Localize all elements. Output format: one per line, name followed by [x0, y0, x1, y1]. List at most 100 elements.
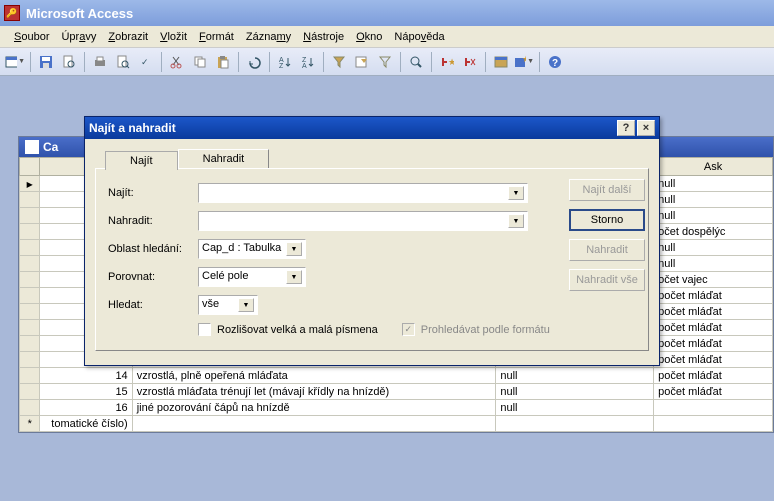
cell-ask[interactable]	[654, 416, 773, 432]
cell-hau[interactable]	[496, 416, 654, 432]
cell-ask[interactable]: očet vajec	[654, 272, 773, 288]
replace-all-button[interactable]: Nahradit vše	[569, 269, 645, 291]
cell-pop[interactable]: vzrostlá mláďata trénují let (mávají kří…	[132, 384, 496, 400]
cell-hau[interactable]: null	[496, 400, 654, 416]
row-selector[interactable]	[20, 176, 40, 192]
table-row[interactable]: 15vzrostlá mláďata trénují let (mávají k…	[20, 384, 773, 400]
apply-filter-button[interactable]	[374, 51, 396, 73]
cell-ask[interactable]: null	[654, 208, 773, 224]
menu-soubor[interactable]: Soubor	[8, 29, 55, 45]
search-file-button[interactable]	[58, 51, 80, 73]
cell-id[interactable]: 15	[40, 384, 132, 400]
replace-input[interactable]	[202, 214, 508, 228]
cell-ask[interactable]: počet mláďat	[654, 320, 773, 336]
matchcase-label[interactable]: Rozlišovat velká a malá písmena	[217, 324, 378, 336]
undo-button[interactable]	[243, 51, 265, 73]
delete-record-button[interactable]	[459, 51, 481, 73]
chevron-down-icon[interactable]: ▼	[286, 270, 302, 284]
column-header-ask[interactable]: Ask	[654, 158, 773, 176]
cell-id[interactable]: 16	[40, 400, 132, 416]
row-selector[interactable]	[20, 224, 40, 240]
tab-find[interactable]: Najít	[105, 151, 178, 170]
row-selector[interactable]	[20, 384, 40, 400]
row-selector-new[interactable]	[20, 416, 40, 432]
row-selector[interactable]	[20, 336, 40, 352]
table-row[interactable]: 16jiné pozorování čápů na hnízděnull	[20, 400, 773, 416]
row-selector[interactable]	[20, 320, 40, 336]
lookin-combobox[interactable]: Cap_d : Tabulka ▼	[198, 239, 306, 259]
cell-ask[interactable]: počet mláďat	[654, 384, 773, 400]
database-window-button[interactable]	[490, 51, 512, 73]
save-button[interactable]	[35, 51, 57, 73]
view-button[interactable]: ▼	[4, 51, 26, 73]
match-combobox[interactable]: Celé pole ▼	[198, 267, 306, 287]
sort-desc-button[interactable]: ZA	[297, 51, 319, 73]
select-all-corner[interactable]	[20, 158, 40, 176]
help-icon[interactable]: ?	[617, 120, 635, 136]
cut-button[interactable]	[166, 51, 188, 73]
paste-button[interactable]	[212, 51, 234, 73]
find-next-button[interactable]: Najít další	[569, 179, 645, 201]
cell-hau[interactable]: null	[496, 368, 654, 384]
chevron-down-icon[interactable]: ▼	[508, 186, 524, 200]
tab-replace[interactable]: Nahradit	[178, 149, 270, 168]
cell-ask[interactable]: null	[654, 192, 773, 208]
cell-ask[interactable]: null	[654, 176, 773, 192]
replace-button[interactable]: Nahradit	[569, 239, 645, 261]
sort-asc-button[interactable]: AZ	[274, 51, 296, 73]
cell-ask[interactable]	[654, 400, 773, 416]
filter-form-button[interactable]	[351, 51, 373, 73]
cell-ask[interactable]: očet dospělýc	[654, 224, 773, 240]
chevron-down-icon[interactable]: ▼	[508, 214, 524, 228]
print-button[interactable]	[89, 51, 111, 73]
row-selector[interactable]	[20, 208, 40, 224]
find-input[interactable]	[202, 186, 508, 200]
search-combobox[interactable]: vše ▼	[198, 295, 258, 315]
row-selector[interactable]	[20, 192, 40, 208]
chevron-down-icon[interactable]: ▼	[286, 242, 302, 256]
table-row[interactable]: 14vzrostlá, plně opeřená mláďatanullpoče…	[20, 368, 773, 384]
spelling-button[interactable]: ✓	[135, 51, 157, 73]
cell-pop[interactable]: vzrostlá, plně opeřená mláďata	[132, 368, 496, 384]
new-object-button[interactable]: ★▼	[513, 51, 535, 73]
row-selector[interactable]	[20, 400, 40, 416]
row-selector[interactable]	[20, 352, 40, 368]
cell-id[interactable]: 14	[40, 368, 132, 384]
menu-okno[interactable]: Okno	[350, 29, 388, 45]
matchcase-checkbox[interactable]	[198, 323, 211, 336]
new-record-button[interactable]: ★	[436, 51, 458, 73]
find-combobox[interactable]: ▼	[198, 183, 528, 203]
menu-format[interactable]: Formát	[193, 29, 240, 45]
row-selector[interactable]	[20, 304, 40, 320]
close-icon[interactable]: ×	[637, 120, 655, 136]
cell-ask[interactable]: null	[654, 256, 773, 272]
row-selector[interactable]	[20, 272, 40, 288]
cell-ask[interactable]: null	[654, 240, 773, 256]
table-row-new[interactable]: tomatické číslo)	[20, 416, 773, 432]
menu-zobrazit[interactable]: Zobrazit	[102, 29, 154, 45]
chevron-down-icon[interactable]: ▼	[238, 298, 254, 312]
cell-ask[interactable]: počet mláďat	[654, 288, 773, 304]
menu-upravy[interactable]: Úpravy	[55, 29, 102, 45]
help-button[interactable]: ?	[544, 51, 566, 73]
cancel-button[interactable]: Storno	[569, 209, 645, 231]
print-preview-button[interactable]	[112, 51, 134, 73]
filter-selection-button[interactable]	[328, 51, 350, 73]
cell-ask[interactable]: počet mláďat	[654, 336, 773, 352]
cell-ask[interactable]: počet mláďat	[654, 304, 773, 320]
dialog-titlebar[interactable]: Najít a nahradit ? ×	[85, 117, 659, 139]
cell-pop[interactable]	[132, 416, 496, 432]
cell-hau[interactable]: null	[496, 384, 654, 400]
menu-napoveda[interactable]: Nápověda	[388, 29, 450, 45]
menu-nastroje[interactable]: Nástroje	[297, 29, 350, 45]
row-selector[interactable]	[20, 288, 40, 304]
row-selector[interactable]	[20, 368, 40, 384]
replace-combobox[interactable]: ▼	[198, 211, 528, 231]
find-button[interactable]	[405, 51, 427, 73]
cell-ask[interactable]: počet mláďat	[654, 368, 773, 384]
menu-zaznamy[interactable]: Záznamy	[240, 29, 297, 45]
menu-vlozit[interactable]: Vložit	[154, 29, 193, 45]
cell-autonumber[interactable]: tomatické číslo)	[40, 416, 132, 432]
row-selector[interactable]	[20, 240, 40, 256]
cell-pop[interactable]: jiné pozorování čápů na hnízdě	[132, 400, 496, 416]
